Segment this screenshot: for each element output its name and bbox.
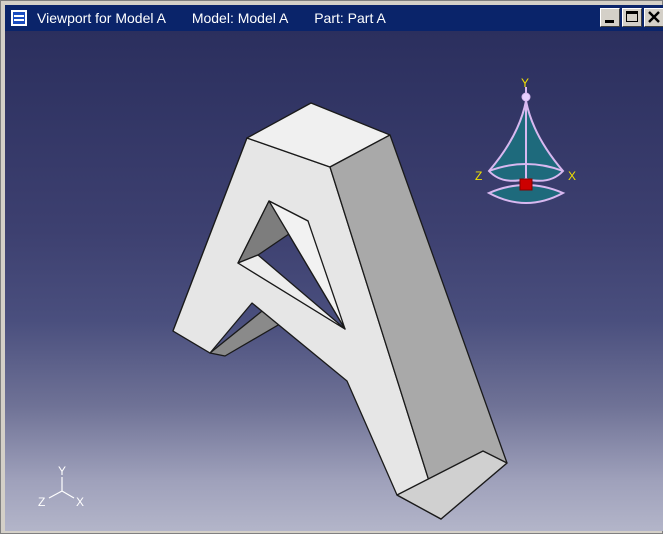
title-viewport-name: Viewport for Model A [37, 10, 166, 26]
part-a-model[interactable] [172, 102, 508, 520]
viewport-canvas[interactable]: Y Z X Y Z X [5, 31, 663, 531]
compass-y-label: Y [521, 76, 529, 90]
viewport-scene: Y Z X Y Z X [38, 76, 576, 520]
compass-y-handle[interactable] [521, 92, 531, 102]
title-part-name: Part: Part A [314, 10, 386, 26]
triad-z-label: Z [38, 495, 45, 509]
window-title: Viewport for Model A Model: Model A Part… [37, 10, 408, 26]
minimize-icon [605, 20, 614, 23]
title-model-name: Model: Model A [191, 10, 289, 26]
close-icon [648, 11, 660, 23]
compass-x-label: X [568, 169, 576, 183]
compass-center-square[interactable] [519, 178, 533, 191]
maximize-button[interactable] [622, 8, 642, 27]
viewport-window-icon [11, 10, 27, 26]
triad-y-label: Y [58, 464, 66, 478]
compass-z-label: Z [475, 169, 482, 183]
view-compass[interactable]: Y Z X [475, 76, 576, 204]
minimize-button[interactable] [600, 8, 620, 27]
triad-x-label: X [76, 495, 84, 509]
maximize-icon [626, 11, 638, 22]
coordinate-triad: Y Z X [38, 464, 84, 509]
close-button[interactable] [644, 8, 663, 27]
viewport-window: Viewport for Model A Model: Model A Part… [0, 0, 663, 534]
title-bar[interactable]: Viewport for Model A Model: Model A Part… [5, 5, 663, 31]
